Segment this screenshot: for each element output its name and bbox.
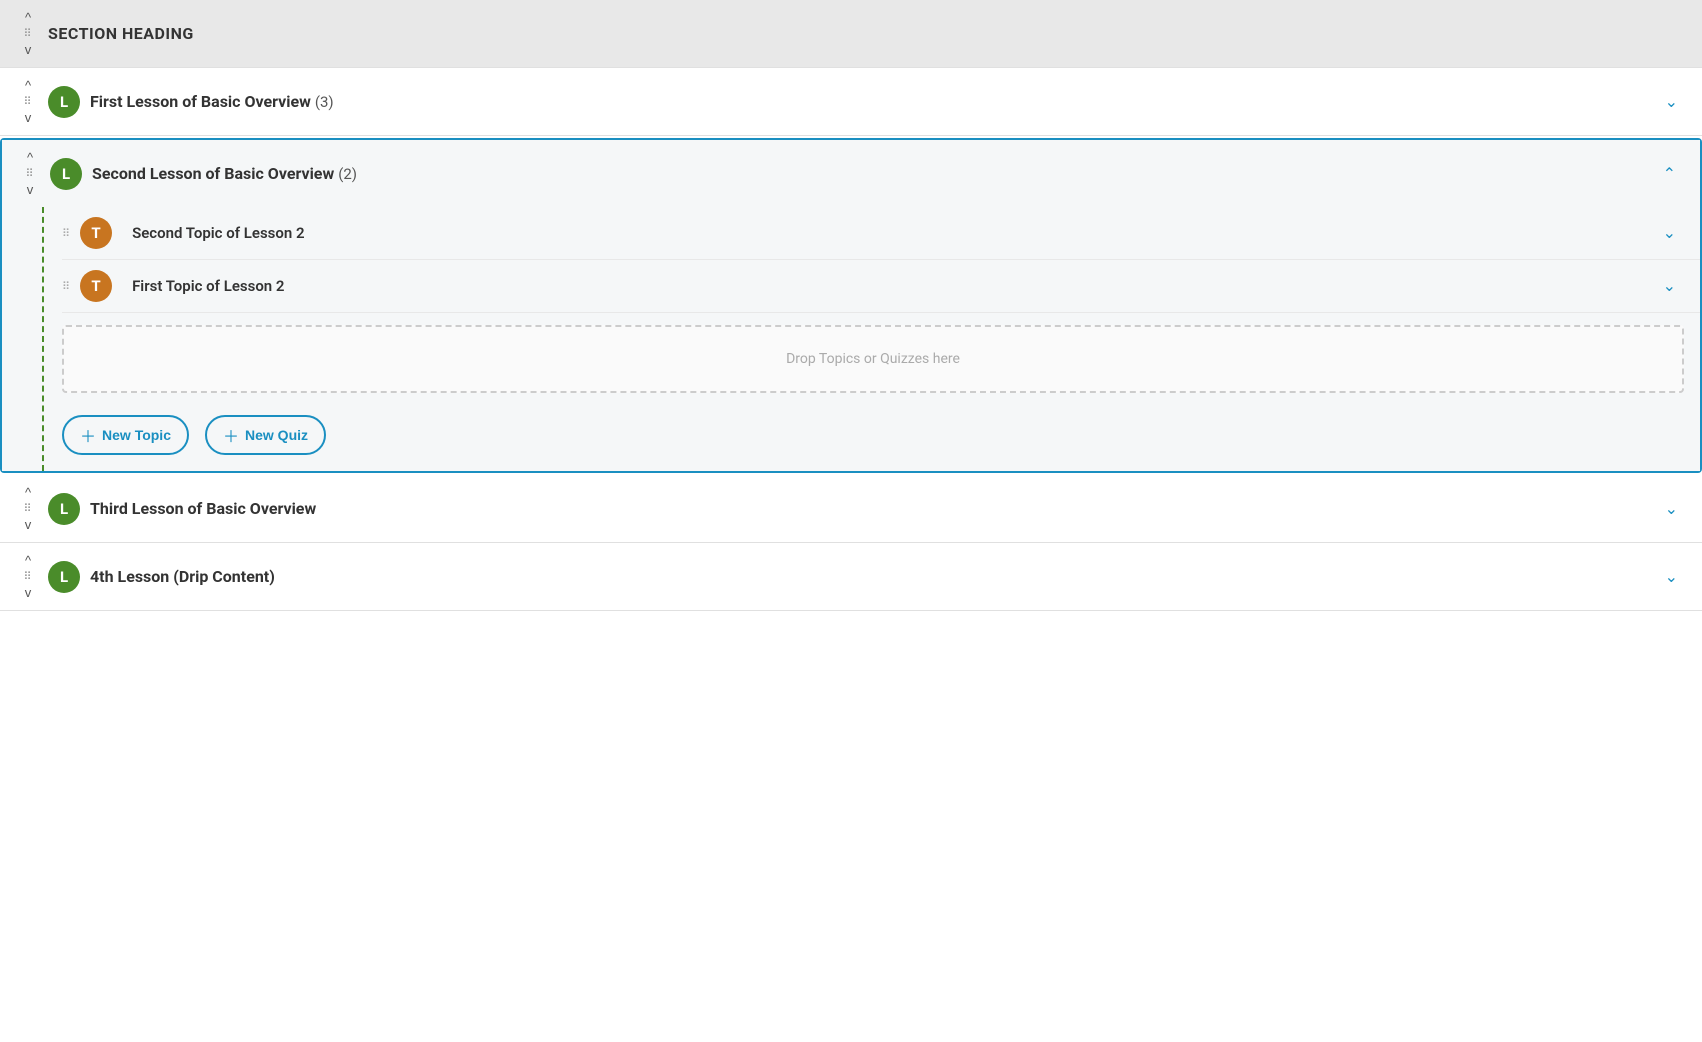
lesson-2-children-wrapper: ⠿ T Second Topic of Lesson 2 ⌄ ⠿ T First…	[2, 207, 1700, 471]
lesson-1-move-down-btn[interactable]: v	[25, 110, 32, 125]
new-topic-button[interactable]: ＋ New Topic	[62, 415, 189, 455]
dashed-left-border	[42, 207, 44, 471]
lesson-4-move-up-btn[interactable]: ^	[25, 553, 31, 568]
lesson-1-title: First Lesson of Basic Overview (3)	[90, 92, 1657, 111]
lesson-2-move-up-btn[interactable]: ^	[27, 150, 33, 165]
lesson-3-title: Third Lesson of Basic Overview	[90, 499, 1657, 518]
lesson-1-block: ^ ⠿ v L First Lesson of Basic Overview (…	[0, 68, 1702, 136]
lesson-4-expand-btn[interactable]: ⌄	[1657, 563, 1686, 591]
section-controls: ^ ⠿ v	[16, 10, 40, 57]
new-topic-label: New Topic	[102, 427, 171, 443]
lesson-3-row: ^ ⠿ v L Third Lesson of Basic Overview ⌄	[0, 475, 1702, 542]
lesson-1-badge: L	[48, 86, 80, 118]
topic-2-2-badge: T	[80, 270, 112, 302]
section-drag-handle[interactable]: ⠿	[23, 27, 32, 40]
lesson-1-move-up-btn[interactable]: ^	[25, 78, 31, 93]
lesson-1-drag-handle[interactable]: ⠿	[23, 95, 32, 108]
lesson-2-drag-handle[interactable]: ⠿	[25, 167, 34, 180]
lesson-3-move-down-btn[interactable]: v	[25, 517, 32, 532]
new-quiz-icon: ＋	[223, 423, 239, 447]
lesson-2-collapse-btn[interactable]: ⌃	[1655, 160, 1684, 188]
lesson-2-action-row: ＋ New Topic ＋ New Quiz	[62, 405, 1700, 471]
lesson-3-expand-btn[interactable]: ⌄	[1657, 495, 1686, 523]
lesson-2-badge: L	[50, 158, 82, 190]
section-move-up-btn[interactable]: ^	[25, 10, 31, 25]
topic-2-1-drag-handle[interactable]: ⠿	[62, 227, 70, 240]
section-heading-block: ^ ⠿ v SECTION HEADING	[0, 0, 1702, 68]
topic-2-2-expand-btn[interactable]: ⌄	[1655, 272, 1684, 300]
lesson-1-count: (3)	[315, 93, 334, 111]
lesson-3-move-up-btn[interactable]: ^	[25, 485, 31, 500]
lesson-2-title: Second Lesson of Basic Overview (2)	[92, 164, 1655, 183]
lesson-3-drag-handle[interactable]: ⠿	[23, 502, 32, 515]
lesson-2-count: (2)	[338, 165, 357, 183]
topic-2-1-expand-btn[interactable]: ⌄	[1655, 219, 1684, 247]
new-quiz-button[interactable]: ＋ New Quiz	[205, 415, 326, 455]
lesson-4-block: ^ ⠿ v L 4th Lesson (Drip Content) ⌄	[0, 543, 1702, 611]
lesson-2-row: ^ ⠿ v L Second Lesson of Basic Overview …	[2, 140, 1700, 207]
lesson-3-badge: L	[48, 493, 80, 525]
lesson-4-row: ^ ⠿ v L 4th Lesson (Drip Content) ⌄	[0, 543, 1702, 610]
lesson-4-controls: ^ ⠿ v	[16, 553, 40, 600]
lesson-4-move-down-btn[interactable]: v	[25, 585, 32, 600]
lesson-4-badge: L	[48, 561, 80, 593]
topic-2-2-row: ⠿ T First Topic of Lesson 2 ⌄	[62, 260, 1700, 313]
lesson-1-controls: ^ ⠿ v	[16, 78, 40, 125]
lesson-4-drag-handle[interactable]: ⠿	[23, 570, 32, 583]
topic-2-1-title: Second Topic of Lesson 2	[132, 224, 1655, 242]
new-topic-icon: ＋	[80, 423, 96, 447]
topic-2-1-row: ⠿ T Second Topic of Lesson 2 ⌄	[62, 207, 1700, 260]
lesson-2-expanded-content: ⠿ T Second Topic of Lesson 2 ⌄ ⠿ T First…	[2, 207, 1700, 471]
section-move-down-btn[interactable]: v	[25, 42, 32, 57]
topic-2-2-drag-handle[interactable]: ⠿	[62, 280, 70, 293]
drop-zone-text: Drop Topics or Quizzes here	[786, 351, 960, 367]
topic-2-1-badge: T	[80, 217, 112, 249]
section-heading-row: ^ ⠿ v SECTION HEADING	[0, 0, 1702, 67]
lesson-2-block: ^ ⠿ v L Second Lesson of Basic Overview …	[0, 138, 1702, 473]
section-heading-title: SECTION HEADING	[48, 24, 1686, 43]
lesson-2-controls: ^ ⠿ v	[18, 150, 42, 197]
lesson-1-expand-btn[interactable]: ⌄	[1657, 88, 1686, 116]
lesson-3-block: ^ ⠿ v L Third Lesson of Basic Overview ⌄	[0, 475, 1702, 543]
lesson-3-controls: ^ ⠿ v	[16, 485, 40, 532]
new-quiz-label: New Quiz	[245, 427, 308, 443]
topic-2-2-title: First Topic of Lesson 2	[132, 277, 1655, 295]
lesson-2-move-down-btn[interactable]: v	[27, 182, 34, 197]
lesson-4-title: 4th Lesson (Drip Content)	[90, 567, 1657, 586]
lesson-1-row: ^ ⠿ v L First Lesson of Basic Overview (…	[0, 68, 1702, 135]
drop-zone: Drop Topics or Quizzes here	[62, 325, 1684, 393]
